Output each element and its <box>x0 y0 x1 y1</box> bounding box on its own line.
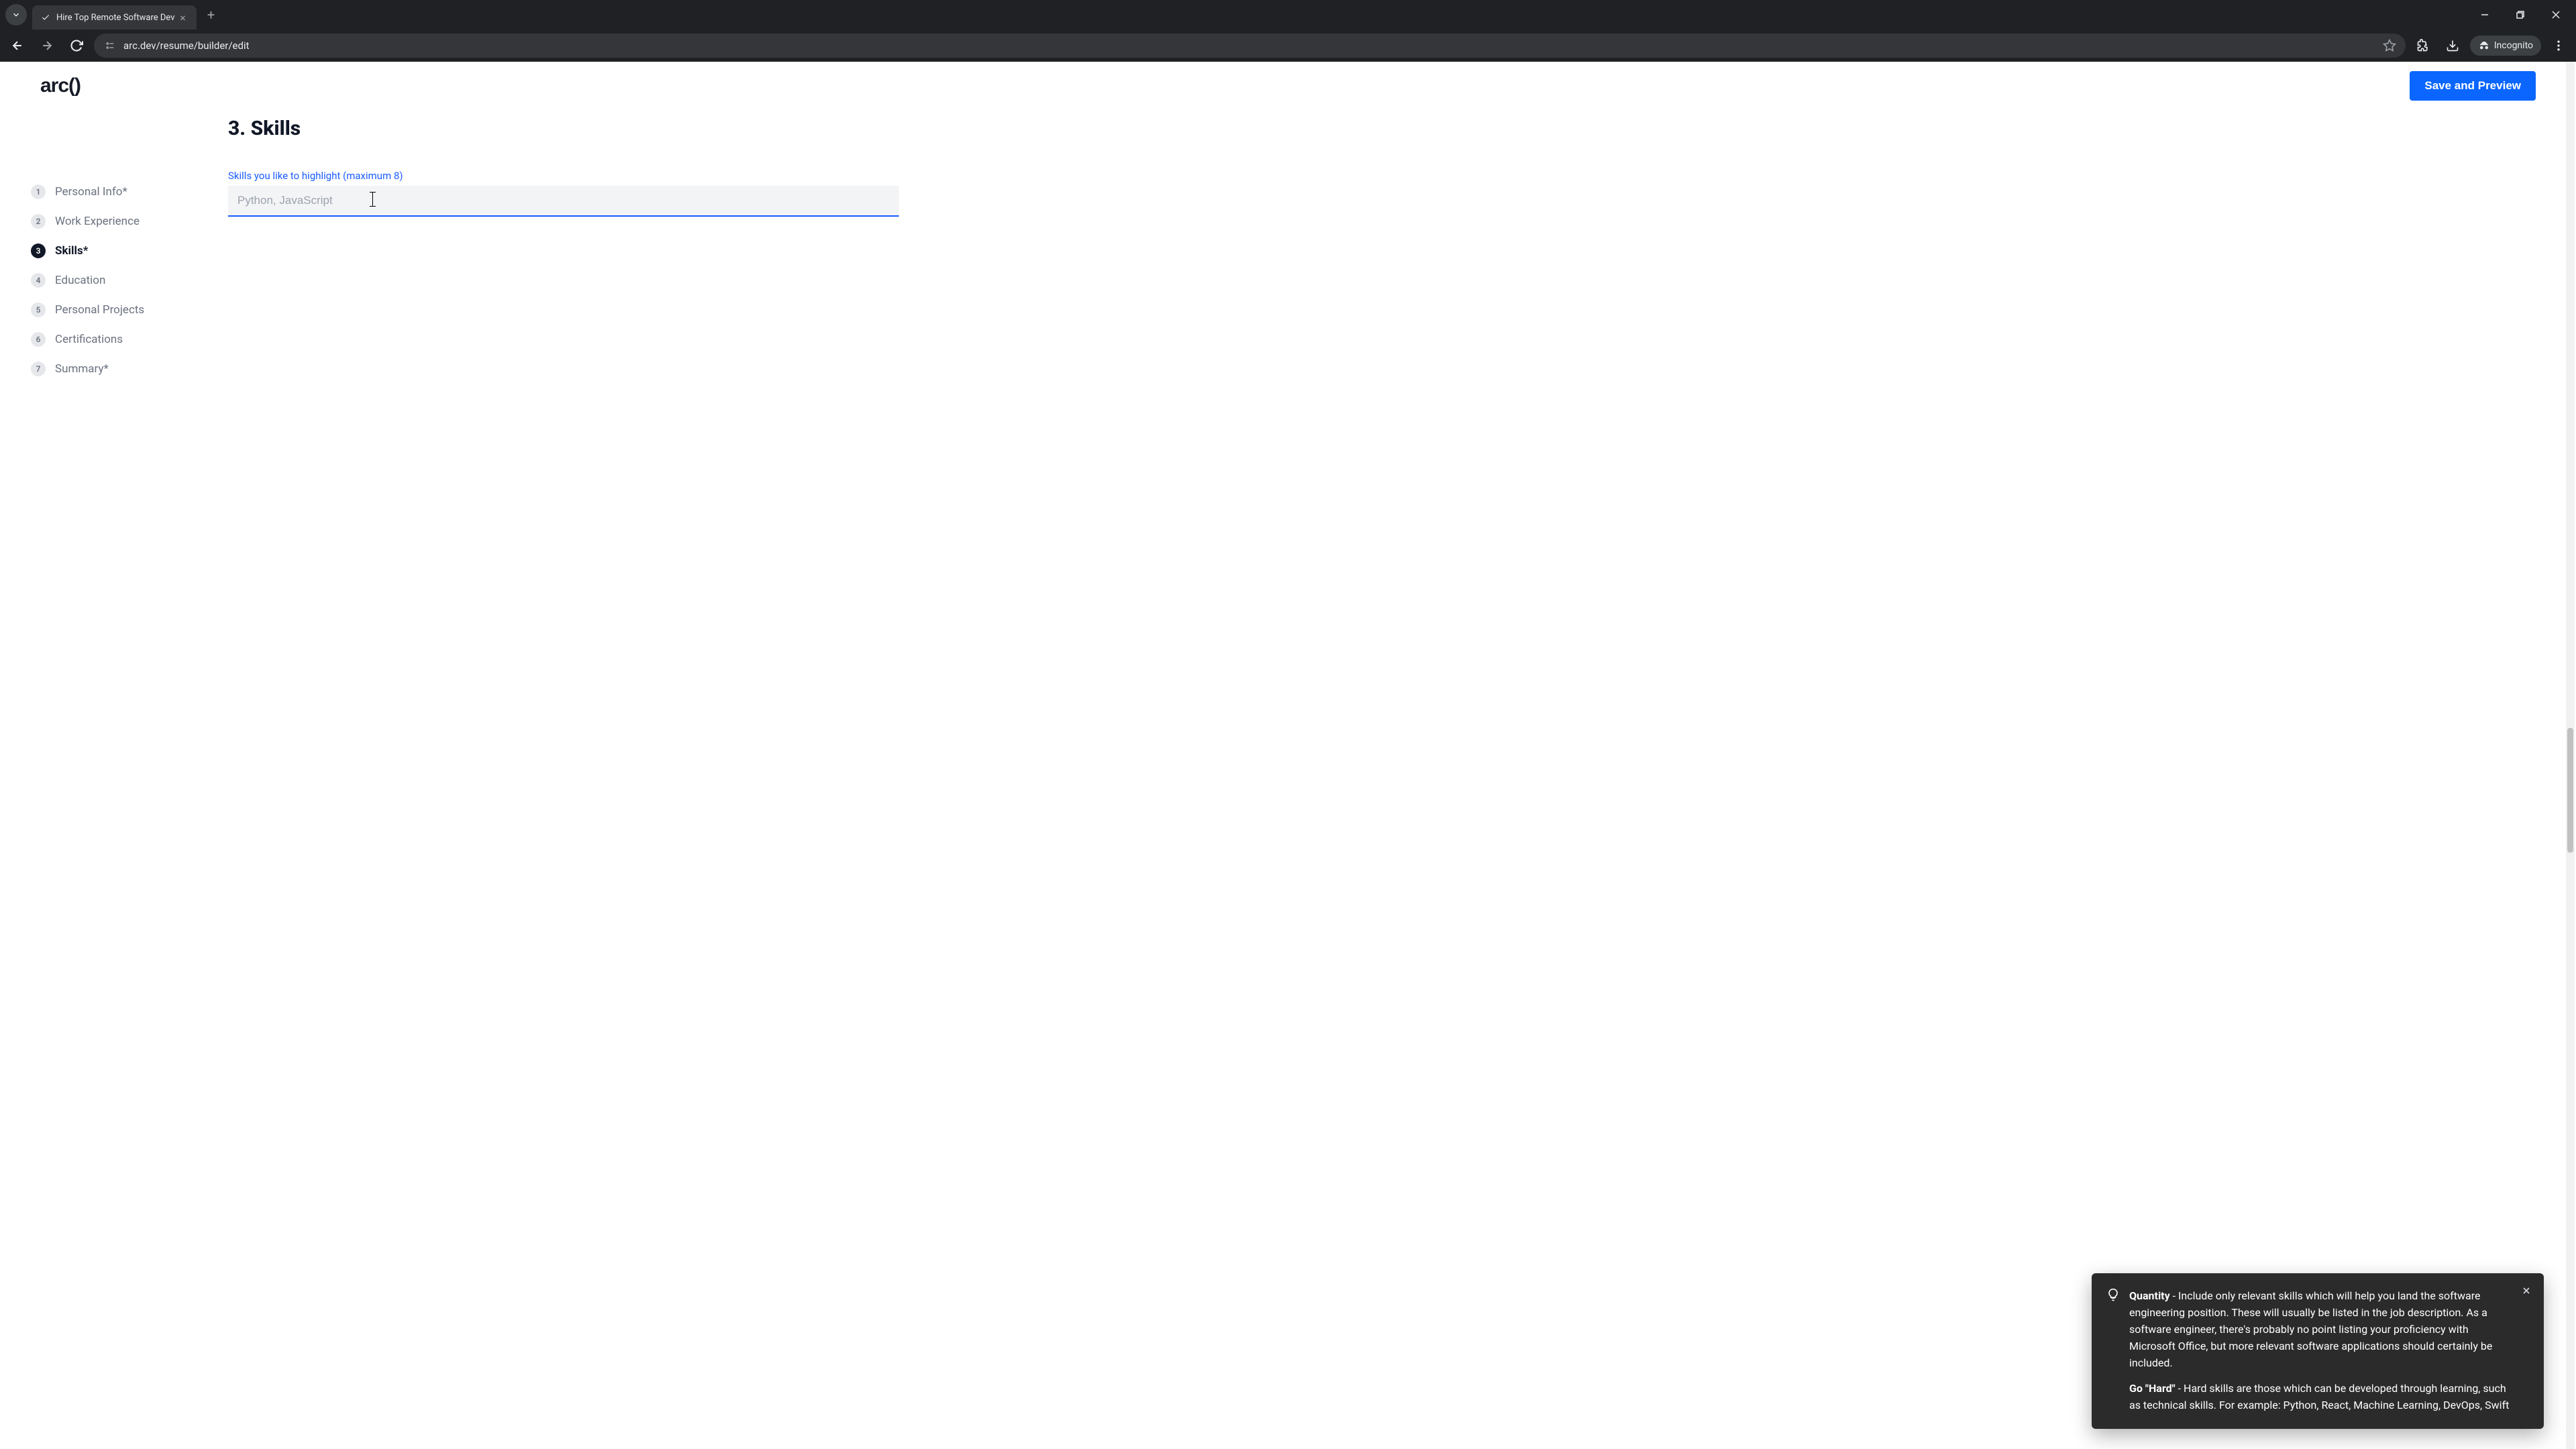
close-window-button[interactable] <box>2540 4 2571 25</box>
tab-bar: Hire Top Remote Software Dev × + <box>0 0 2576 30</box>
arrow-right-icon <box>40 39 54 52</box>
main-content: 1 Personal Info* 2 Work Experience 3 Ski… <box>0 110 2576 384</box>
reload-icon <box>70 39 83 52</box>
incognito-badge[interactable]: Incognito <box>2470 36 2541 56</box>
sidebar-item-label: Work Experience <box>55 215 140 228</box>
maximize-icon <box>2516 11 2524 19</box>
bookmark-button[interactable] <box>2383 39 2396 52</box>
chevron-down-icon <box>11 10 21 19</box>
step-number: 7 <box>31 362 46 376</box>
sidebar-item-label: Personal Info* <box>55 185 127 199</box>
back-button[interactable] <box>5 34 30 58</box>
window-controls <box>2469 4 2571 25</box>
tip-text: - Include only relevant skills which wil… <box>2129 1289 2492 1368</box>
step-number: 5 <box>31 303 46 317</box>
step-number: 1 <box>31 184 46 199</box>
save-preview-button[interactable]: Save and Preview <box>2410 71 2536 101</box>
tip-title: Quantity <box>2129 1289 2170 1302</box>
scrollbar-thumb[interactable] <box>2567 728 2573 853</box>
tab-favicon-icon <box>40 12 51 23</box>
tab-search-button[interactable] <box>5 4 27 25</box>
forward-button[interactable] <box>35 34 59 58</box>
new-tab-button[interactable]: + <box>202 5 221 24</box>
incognito-icon <box>2478 40 2490 52</box>
sidebar-item-label: Certifications <box>55 333 123 346</box>
tooltip-tip: Quantity - Include only relevant skills … <box>2129 1288 2512 1371</box>
address-bar[interactable]: arc.dev/resume/builder/edit <box>94 34 2406 58</box>
minimize-button[interactable] <box>2469 4 2500 25</box>
step-number: 4 <box>31 273 46 288</box>
sidebar-item-work-experience[interactable]: 2 Work Experience <box>31 207 221 236</box>
reload-button[interactable] <box>64 34 89 58</box>
sidebar-item-personal-projects[interactable]: 5 Personal Projects <box>31 295 221 325</box>
sidebar-item-label: Personal Projects <box>55 303 144 317</box>
tooltip-close-button[interactable] <box>2518 1283 2534 1299</box>
toolbar-right: Incognito <box>2411 34 2571 58</box>
sidebar-item-label: Summary* <box>55 362 109 376</box>
tip-text: - Hard skills are those which can be dev… <box>2129 1382 2509 1411</box>
lightbulb-icon <box>2106 1288 2120 1304</box>
puzzle-icon <box>2416 39 2430 52</box>
close-icon <box>2521 1285 2532 1296</box>
kebab-icon <box>2552 39 2565 52</box>
browser-chrome: Hire Top Remote Software Dev × + <box>0 0 2576 62</box>
skills-field-label: Skills you like to highlight (maximum 8) <box>228 170 899 182</box>
step-number: 3 <box>31 244 46 258</box>
tooltip-tip: Go "Hard" - Hard skills are those which … <box>2129 1381 2512 1414</box>
sidebar-item-personal-info[interactable]: 1 Personal Info* <box>31 177 221 207</box>
page-scrollbar[interactable] <box>2566 62 2575 1449</box>
skills-input[interactable] <box>228 186 899 217</box>
extensions-button[interactable] <box>2411 34 2435 58</box>
site-info-icon[interactable] <box>103 39 117 52</box>
tip-title: Go "Hard" <box>2129 1382 2176 1395</box>
form-panel: 3. Skills Skills you like to highlight (… <box>221 110 899 384</box>
tooltip-body: Quantity - Include only relevant skills … <box>2129 1288 2512 1414</box>
star-icon <box>2383 39 2396 52</box>
section-title: 3. Skills <box>228 117 899 140</box>
app-header: arc() Save and Preview <box>0 62 2576 110</box>
browser-menu-button[interactable] <box>2546 34 2571 58</box>
minimize-icon <box>2481 11 2489 19</box>
sidebar-item-summary[interactable]: 7 Summary* <box>31 354 221 384</box>
browser-tab[interactable]: Hire Top Remote Software Dev × <box>32 5 197 30</box>
incognito-label: Incognito <box>2494 40 2533 51</box>
browser-toolbar: arc.dev/resume/builder/edit Incognito <box>0 30 2576 62</box>
sidebar-item-skills[interactable]: 3 Skills* <box>31 236 221 266</box>
tab-close-button[interactable]: × <box>178 12 189 23</box>
close-icon <box>2552 11 2560 19</box>
url-text: arc.dev/resume/builder/edit <box>123 40 2376 52</box>
downloads-button[interactable] <box>2440 34 2465 58</box>
sidebar-item-certifications[interactable]: 6 Certifications <box>31 325 221 354</box>
maximize-button[interactable] <box>2505 4 2535 25</box>
arrow-left-icon <box>11 39 24 52</box>
logo[interactable]: arc() <box>40 74 80 97</box>
sidebar-item-label: Education <box>55 274 105 287</box>
page-content: arc() Save and Preview 1 Personal Info* … <box>0 62 2576 1449</box>
tip-tooltip: Quantity - Include only relevant skills … <box>2092 1273 2544 1429</box>
sidebar-item-label: Skills* <box>55 244 89 258</box>
download-icon <box>2446 39 2459 52</box>
step-number: 6 <box>31 332 46 347</box>
tab-title: Hire Top Remote Software Dev <box>56 13 175 23</box>
sidebar-nav: 1 Personal Info* 2 Work Experience 3 Ski… <box>27 110 221 384</box>
sidebar-item-education[interactable]: 4 Education <box>31 266 221 295</box>
step-number: 2 <box>31 214 46 229</box>
